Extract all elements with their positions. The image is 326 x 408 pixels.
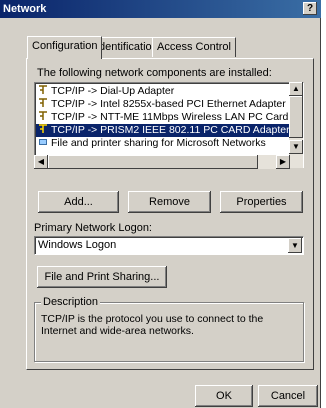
list-item-label: TCP/IP -> Dial-Up Adapter	[51, 85, 175, 97]
vertical-scrollbar[interactable]: ▲ ▼	[289, 82, 303, 168]
chevron-down-icon[interactable]: ▼	[288, 238, 302, 253]
tab-configuration[interactable]: Configuration	[27, 36, 103, 59]
list-item-label: File and printer sharing for Microsoft N…	[51, 137, 266, 149]
service-icon	[38, 137, 48, 147]
list-item[interactable]: TCP/IP -> NTT-ME 11Mbps Wireless LAN PC …	[36, 111, 288, 124]
scroll-thumb[interactable]	[289, 96, 303, 138]
help-button[interactable]: ?	[303, 2, 317, 15]
network-dialog: Network ? Configuration Identification A…	[0, 0, 321, 408]
protocol-icon	[38, 124, 48, 134]
scroll-up-icon[interactable]: ▲	[289, 82, 303, 96]
primary-logon-select[interactable]: Windows Logon ▼	[34, 236, 304, 255]
list-item[interactable]: File and printer sharing for Microsoft N…	[36, 137, 266, 150]
tab-access-control[interactable]: Access Control	[152, 37, 236, 57]
cancel-button[interactable]: Cancel	[258, 385, 318, 407]
scroll-down-icon[interactable]: ▼	[289, 140, 303, 154]
title-bar[interactable]: Network ?	[0, 0, 321, 18]
list-item-label: TCP/IP -> PRISM2 IEEE 802.11 PC CARD Ada…	[51, 124, 290, 136]
list-item-label: TCP/IP -> Intel 8255x-based PCI Ethernet…	[51, 98, 304, 110]
list-item[interactable]: TCP/IP -> Dial-Up Adapter	[36, 85, 174, 98]
list-item-selected[interactable]: TCP/IP -> PRISM2 IEEE 802.11 PC CARD Ada…	[36, 124, 301, 137]
description-group: Description TCP/IP is the protocol you u…	[34, 296, 304, 362]
properties-button[interactable]: Properties	[220, 191, 303, 213]
scroll-left-icon[interactable]: ◀	[34, 155, 48, 169]
protocol-icon	[38, 85, 48, 95]
description-text: TCP/IP is the protocol you use to connec…	[41, 313, 264, 337]
components-label: The following network components are ins…	[37, 67, 272, 79]
list-item-label: TCP/IP -> NTT-ME 11Mbps Wireless LAN PC …	[51, 111, 289, 123]
primary-logon-value: Windows Logon	[38, 239, 117, 251]
hscroll-thumb[interactable]	[48, 155, 258, 169]
scroll-right-icon[interactable]: ▶	[276, 155, 290, 169]
add-button[interactable]: Add...	[38, 191, 119, 213]
horizontal-scrollbar[interactable]: ◀ ▶	[34, 155, 290, 169]
remove-button[interactable]: Remove	[128, 191, 211, 213]
protocol-icon	[38, 111, 48, 121]
description-legend: Description	[41, 296, 101, 308]
primary-logon-label: Primary Network Logon:	[34, 222, 152, 234]
list-item[interactable]: TCP/IP -> Intel 8255x-based PCI Ethernet…	[36, 98, 304, 111]
protocol-icon	[38, 98, 48, 108]
file-print-sharing-button[interactable]: File and Print Sharing...	[37, 266, 167, 288]
ok-button[interactable]: OK	[195, 385, 253, 407]
window-title: Network	[3, 3, 47, 15]
